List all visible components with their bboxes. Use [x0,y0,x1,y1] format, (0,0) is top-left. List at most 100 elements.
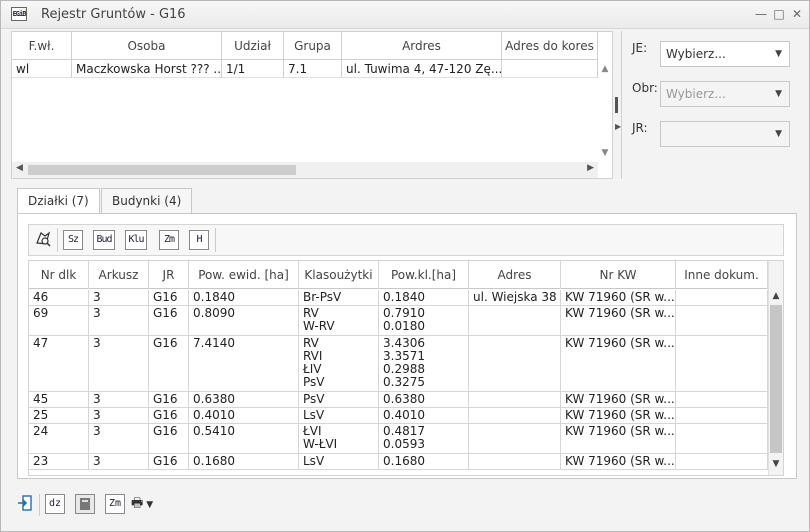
scrollbar-thumb[interactable] [28,165,296,175]
chevron-down-icon: ▼ [146,500,154,510]
klu-icon[interactable]: Klu [125,230,147,250]
cell-adres [469,392,561,407]
cell-pow-kl-line: 0.1840 [383,290,425,304]
chevron-down-icon: ▼ [775,89,782,99]
cell-nr-kw: KW 71960 (SR w... [561,290,676,305]
cell-klasouzytki-line: LsV [303,454,325,468]
zm-report-icon[interactable]: Zm [105,494,125,514]
table-row[interactable]: 69 3 G16 0.8090 RV W-RV 0.7910 0.0180 KW 71960 (… [29,306,768,336]
cell-klasouzytki-line: Br-PsV [303,290,342,304]
cell-jr: G16 [149,336,189,391]
column-header-adres-do-kores[interactable]: Adres do kores [502,32,598,60]
close-icon[interactable]: ✕ [791,7,803,21]
table-row[interactable]: 45 3 G16 0.6380 PsV 0.6380 KW 71960 (SR w... [29,392,768,408]
minimize-icon[interactable]: — [755,7,767,21]
cell-nr-dlk: 23 [29,454,89,469]
cell-pow-ewid: 0.1840 [189,290,299,305]
dz-icon[interactable]: dz [45,494,65,514]
cell-adres [469,306,561,335]
table-row[interactable]: 23 3 G16 0.1680 LsV 0.1680 KW 71960 (SR w... [29,454,768,470]
cell-nr-dlk: 69 [29,306,89,335]
scroll-right-icon[interactable]: ▶ [587,163,594,173]
cell-inne-dokum [676,392,768,407]
scroll-down-icon[interactable]: ▼ [598,148,612,158]
owner-row[interactable]: wl Maczkowska Horst ??? ... 1/1 7.1 ul. … [12,60,598,78]
cell-klasouzytki: LsV [299,454,379,469]
cell-nr-kw: KW 71960 (SR w... [561,306,676,335]
tab-dzialki[interactable]: Działki (7) [17,188,100,215]
column-header-arkusz[interactable]: Arkusz [89,261,149,289]
table-row[interactable]: 25 3 G16 0.4010 LsV 0.4010 KW 71960 (SR w... [29,408,768,424]
column-header-adres[interactable]: Adres [469,261,561,289]
owners-horizontal-scrollbar[interactable]: ◀ ▶ [12,162,598,178]
column-header-grupa[interactable]: Grupa [284,32,342,60]
splitter-grip[interactable] [615,97,618,113]
cell-nr-dlk: 25 [29,408,89,423]
table-row[interactable]: 46 3 G16 0.1840 Br-PsV 0.1840 ul. Wiejska 38 KW… [29,290,768,306]
cell-adres: ul. Wiejska 38 [469,290,561,305]
cell-pow-kl: 0.7910 0.0180 [379,306,469,335]
cell-pow-kl-line: 0.0180 [383,319,425,333]
column-header-klasouzytki[interactable]: Klasoużytki [299,261,379,289]
cell-pow-kl: 0.6380 [379,392,469,407]
scroll-up-icon[interactable]: ▲ [598,64,612,74]
cell-pow-kl: 0.4817 0.0593 [379,424,469,453]
scroll-down-icon[interactable]: ▼ [769,459,783,469]
cell-adres [469,336,561,391]
chevron-down-icon: ▼ [775,49,782,59]
parcels-vertical-scrollbar[interactable]: ▲ ▼ [768,261,783,475]
column-header-nr-kw[interactable]: Nr KW [561,261,676,289]
cell-pow-ewid: 0.8090 [189,306,299,335]
column-header-udzial[interactable]: Udział [222,32,284,60]
exit-icon[interactable] [15,494,35,514]
document-icon[interactable] [75,494,95,514]
owner-cell-udzial: 1/1 [222,60,284,78]
app-logo-icon: EGiB [11,7,27,21]
bud-icon[interactable]: Bud [93,230,115,250]
cell-jr: G16 [149,424,189,453]
register-window: EGiB Rejestr Gruntów - G16 — □ ✕ F.wł. O… [0,0,810,532]
scroll-up-icon[interactable]: ▲ [769,291,783,301]
h-icon[interactable]: H [189,230,209,250]
cell-inne-dokum [676,290,768,305]
column-header-pow-ewid[interactable]: Pow. ewid. [ha] [189,261,299,289]
cell-arkusz: 3 [89,392,149,407]
jr-select[interactable]: ▼ [660,121,790,147]
column-header-inne-dokum[interactable]: Inne dokum. [676,261,768,289]
cell-arkusz: 3 [89,408,149,423]
zm-icon[interactable]: Zm [159,230,179,250]
scroll-left-icon[interactable]: ◀ [16,163,23,173]
jr-label: JR: [632,121,648,135]
chevron-down-icon: ▼ [775,129,782,139]
cell-nr-dlk: 47 [29,336,89,391]
cell-arkusz: 3 [89,454,149,469]
column-header-osoba[interactable]: Osoba [72,32,222,60]
je-select[interactable]: Wybierz... ▼ [660,41,790,67]
print-icon: 🖶 [131,496,144,511]
sz-icon[interactable]: Sz [63,230,83,250]
column-header-ardres[interactable]: Ardres [342,32,502,60]
cell-arkusz: 3 [89,306,149,335]
column-header-nr-dlk[interactable]: Nr dlk [29,261,89,289]
cell-pow-kl-line: 0.3275 [383,375,425,389]
column-header-jr[interactable]: JR [149,261,189,289]
cell-pow-kl: 0.4010 [379,408,469,423]
column-header-fwl[interactable]: F.wł. [12,32,72,60]
table-row[interactable]: 47 3 G16 7.4140 RV RVI ŁIV PsV 3.4306 3.3571 0.298… [29,336,768,392]
cell-klasouzytki-line: W-RV [303,319,335,333]
cell-pow-ewid: 7.4140 [189,336,299,391]
cell-arkusz: 3 [89,290,149,305]
parcels-grid: Nr dlk Arkusz JR Pow. ewid. [ha] Klasouż… [28,260,784,476]
obr-select[interactable]: Wybierz... ▼ [660,81,790,107]
scrollbar-thumb[interactable] [770,305,782,453]
map-search-icon[interactable] [33,230,53,250]
maximize-icon[interactable]: □ [773,7,785,21]
cell-nr-kw: KW 71960 (SR w... [561,424,676,453]
cell-pow-kl: 0.1680 [379,454,469,469]
table-row[interactable]: 24 3 G16 0.5410 ŁVI W-ŁVI 0.4817 0.0593 KW 71960… [29,424,768,454]
cell-pow-kl-line: 0.6380 [383,392,425,406]
owners-vertical-scrollbar[interactable]: ▲ ▼ [598,60,612,162]
column-header-pow-kl[interactable]: Pow.kl.[ha] [379,261,469,289]
print-button[interactable]: 🖶 ▼ [131,494,167,514]
tab-budynki[interactable]: Budynki (4) [101,188,193,214]
